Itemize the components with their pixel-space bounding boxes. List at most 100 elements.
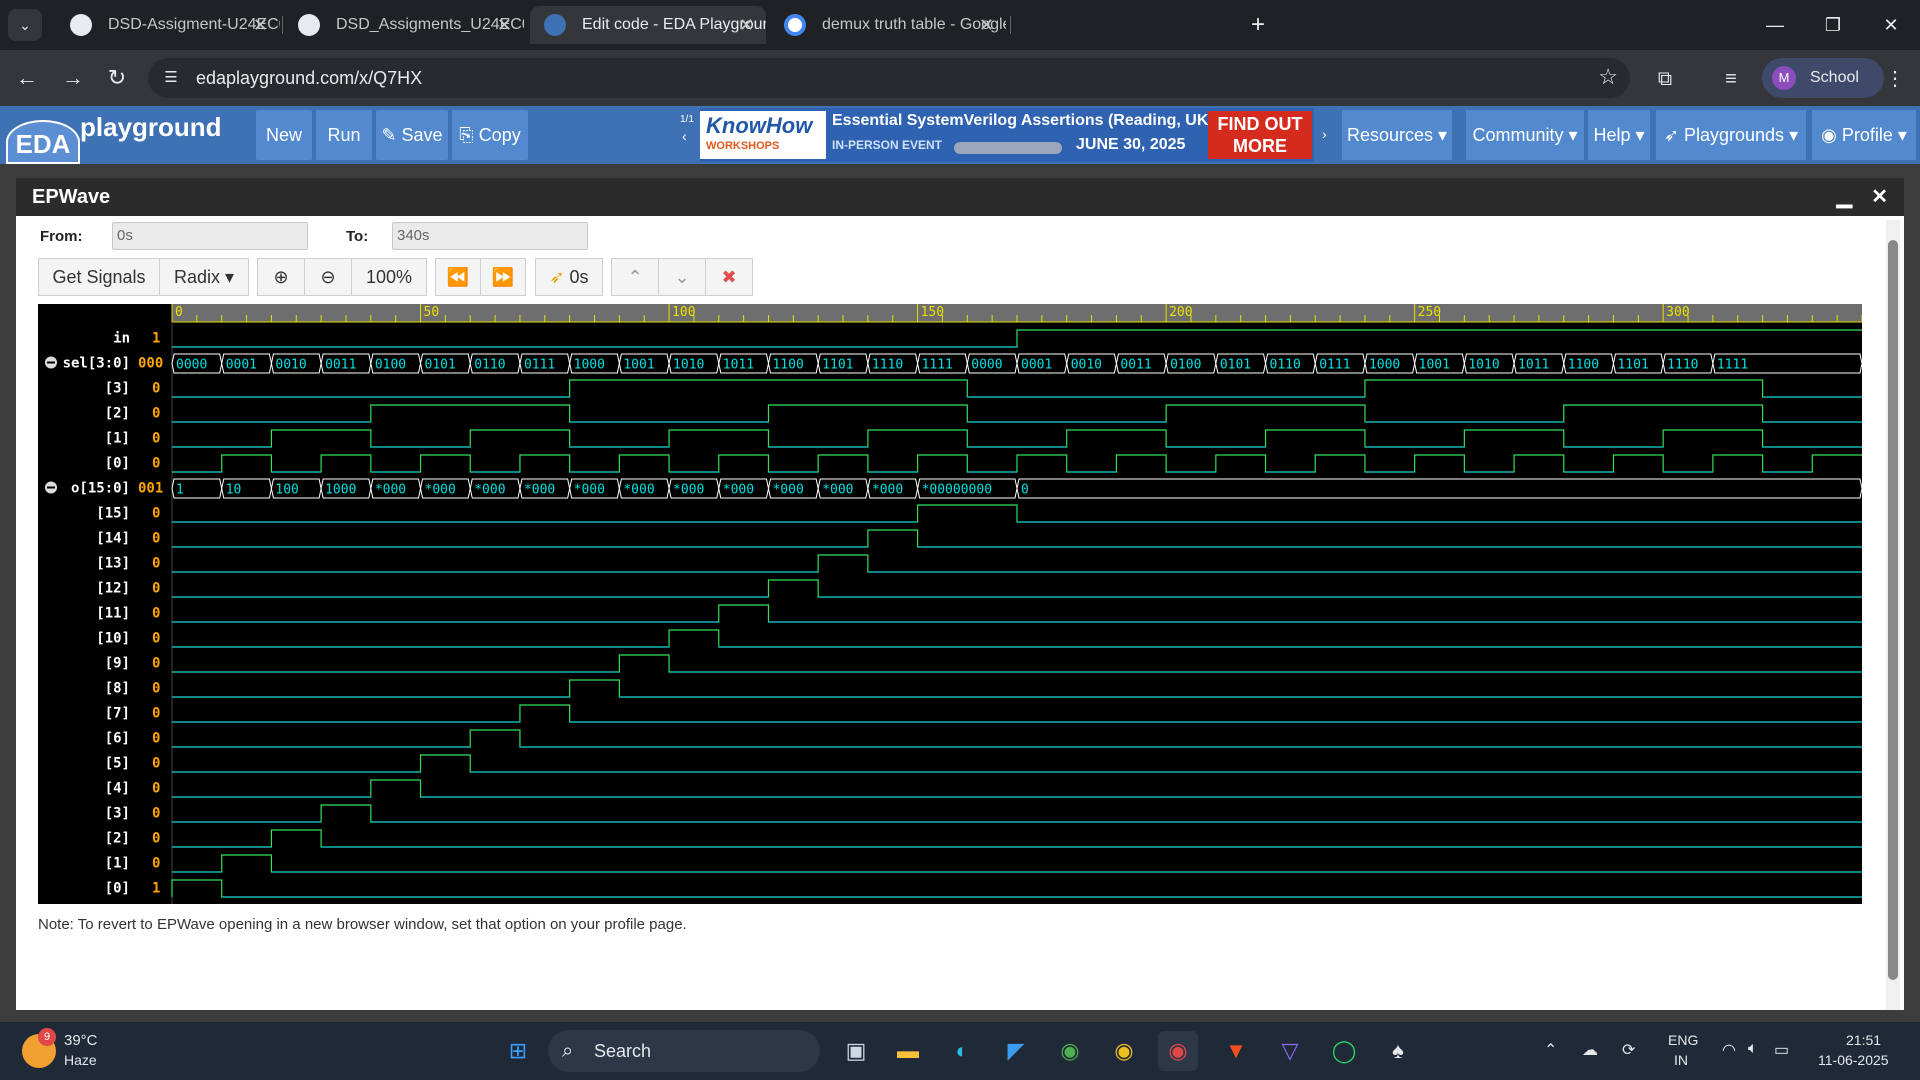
media-controls-icon[interactable]: ≡: [1716, 64, 1746, 94]
whatsapp-icon[interactable]: ◯: [1324, 1031, 1364, 1071]
jump-start-button[interactable]: ⏪: [435, 258, 481, 296]
find-out-more-button[interactable]: FIND OUT MORE: [1208, 111, 1312, 159]
waveform-viewer[interactable]: 0 50 100 150 200 250 300 in 1 sel[3:0] 000 [3] 0 [2] 0…: [38, 304, 1863, 904]
minimize-icon[interactable]: —: [1746, 0, 1804, 50]
taskbar-search[interactable]: ⌕ Search: [548, 1030, 820, 1072]
wifi-icon[interactable]: ◠: [1722, 1040, 1736, 1060]
signal-value: 0: [152, 431, 160, 447]
windows-start-icon[interactable]: ⊞: [498, 1031, 538, 1071]
signal-name: [1]: [105, 431, 130, 447]
signal-value: 0: [152, 506, 160, 522]
close-tab-icon[interactable]: ✕: [253, 6, 268, 44]
tab-eda-playground[interactable]: Edit code - EDA Playground ✕: [530, 6, 766, 44]
ad-banner[interactable]: KnowHow WORKSHOPS Essential SystemVerilo…: [700, 108, 1314, 162]
wave-sel-bus-label: 1011: [723, 358, 754, 373]
help-menu[interactable]: Help ▾: [1588, 110, 1650, 160]
ad-prev-icon[interactable]: ‹: [682, 128, 687, 144]
close-window-icon[interactable]: ✕: [1862, 0, 1920, 50]
wave-sel-bus-label: 0111: [524, 358, 555, 373]
fast-forward-icon: ⏩: [491, 267, 515, 287]
wave-o-bit: [172, 554, 1862, 573]
kebab-menu-icon[interactable]: ⋮: [1880, 64, 1910, 94]
show-hidden-icons[interactable]: ⌃: [1544, 1040, 1557, 1060]
save-button[interactable]: ✎ Save: [376, 110, 448, 160]
resources-menu[interactable]: Resources ▾: [1342, 110, 1452, 160]
signal-value: 0: [152, 656, 160, 672]
close-dialog-icon[interactable]: ✕: [1871, 178, 1888, 216]
forward-icon[interactable]: →: [56, 62, 90, 96]
avatar: M: [1772, 66, 1796, 90]
extensions-icon[interactable]: ⧉: [1650, 64, 1680, 94]
chrome-profile-icon[interactable]: ◉: [1050, 1031, 1090, 1071]
zoom-out-button[interactable]: ⊖: [304, 258, 352, 296]
profile-button[interactable]: M School: [1762, 58, 1884, 98]
wave-sel-bus-label: 1000: [1369, 358, 1400, 373]
wave-sel-bus-label: 1011: [1518, 358, 1549, 373]
chrome-icon[interactable]: ◉: [1104, 1031, 1144, 1071]
wave-sel-bus-label: 1000: [574, 358, 605, 373]
wave-o-bit: [172, 804, 1862, 823]
close-tab-icon[interactable]: ✕: [497, 6, 512, 44]
vpn-icon[interactable]: ▽: [1270, 1031, 1310, 1071]
new-tab-button[interactable]: +: [1242, 10, 1274, 42]
cursor-time-button[interactable]: ➶ 0s: [535, 258, 603, 296]
signal-name: [9]: [105, 656, 130, 672]
radix-button[interactable]: Radix ▾: [159, 258, 249, 296]
wave-o-bus-label: *000: [574, 483, 605, 498]
restore-icon[interactable]: ❐: [1804, 0, 1862, 50]
close-tab-icon[interactable]: ✕: [979, 6, 994, 44]
sync-icon[interactable]: ⟳: [1622, 1040, 1635, 1060]
playgrounds-menu[interactable]: ➶ Playgrounds ▾: [1656, 110, 1806, 160]
profile-menu[interactable]: ◉ Profile ▾: [1812, 110, 1916, 160]
onedrive-icon[interactable]: ☁: [1582, 1040, 1598, 1060]
close-tab-icon[interactable]: ✕: [739, 6, 754, 44]
copy-button[interactable]: ⎘ Copy: [452, 110, 528, 160]
address-bar[interactable]: ☰ edaplayground.com/x/Q7HX ☆: [148, 58, 1630, 98]
ruler-label: 0: [175, 305, 183, 320]
file-explorer-icon[interactable]: ▬: [888, 1031, 928, 1071]
eda-logo[interactable]: EDA playground: [6, 110, 246, 164]
tab-search-button[interactable]: ⌄: [8, 9, 42, 41]
solitaire-icon[interactable]: ♠: [1378, 1031, 1418, 1071]
community-menu[interactable]: Community ▾: [1466, 110, 1584, 160]
zoom-out-icon: ⊖: [320, 267, 336, 287]
clock-time[interactable]: 21:51: [1846, 1032, 1881, 1048]
next-edge-button[interactable]: ⌄: [658, 258, 706, 296]
zoom-in-button[interactable]: ⊕: [257, 258, 305, 296]
from-label: From:: [40, 228, 83, 245]
remove-signal-button[interactable]: ✖: [705, 258, 753, 296]
brave-icon[interactable]: ▼: [1216, 1031, 1256, 1071]
wave-sel-bus-label: 0010: [1071, 358, 1102, 373]
chrome-active-icon[interactable]: ◉: [1158, 1031, 1198, 1071]
from-field[interactable]: 0s: [112, 222, 308, 250]
language-label[interactable]: ENG: [1668, 1032, 1698, 1048]
run-button[interactable]: Run: [316, 110, 372, 160]
edge-icon[interactable]: ◐: [942, 1031, 982, 1071]
site-info-icon[interactable]: ☰: [160, 67, 182, 89]
jump-end-button[interactable]: ⏩: [480, 258, 526, 296]
back-icon[interactable]: ←: [10, 62, 44, 96]
tab-github-2[interactable]: DSD_Assigments_U24EC065/de ✕: [284, 6, 524, 44]
reload-icon[interactable]: ↻: [100, 62, 134, 96]
to-field[interactable]: 340s: [392, 222, 588, 250]
tab-google[interactable]: demux truth table - Google Sea ✕: [770, 6, 1006, 44]
weather-temp[interactable]: 39°C: [64, 1032, 98, 1049]
eda-icon: [544, 14, 566, 36]
volume-icon[interactable]: 🔈︎: [1748, 1040, 1758, 1058]
new-button[interactable]: New: [256, 110, 312, 160]
scrollbar-thumb[interactable]: [1888, 240, 1898, 980]
user-icon: ◉: [1821, 125, 1842, 145]
bookmark-star-icon[interactable]: ☆: [1598, 64, 1618, 90]
zoom-level[interactable]: 100%: [351, 258, 427, 296]
tab-title: DSD_Assigments_U24EC065/de: [336, 16, 524, 33]
to-label: To:: [346, 228, 369, 245]
ad-brand: KnowHow: [706, 113, 813, 138]
get-signals-button[interactable]: Get Signals: [38, 258, 160, 296]
ad-next-icon[interactable]: ›: [1322, 126, 1327, 142]
minimize-dialog-icon[interactable]: ▁: [1837, 178, 1852, 216]
battery-icon[interactable]: ▭: [1774, 1040, 1789, 1060]
tab-github-1[interactable]: DSD-Assigment-U24EC074/Der ✕: [56, 6, 280, 44]
prev-edge-button[interactable]: ⌃: [611, 258, 659, 296]
vscode-icon[interactable]: ◤: [996, 1031, 1036, 1071]
task-view-icon[interactable]: ▣: [836, 1031, 876, 1071]
